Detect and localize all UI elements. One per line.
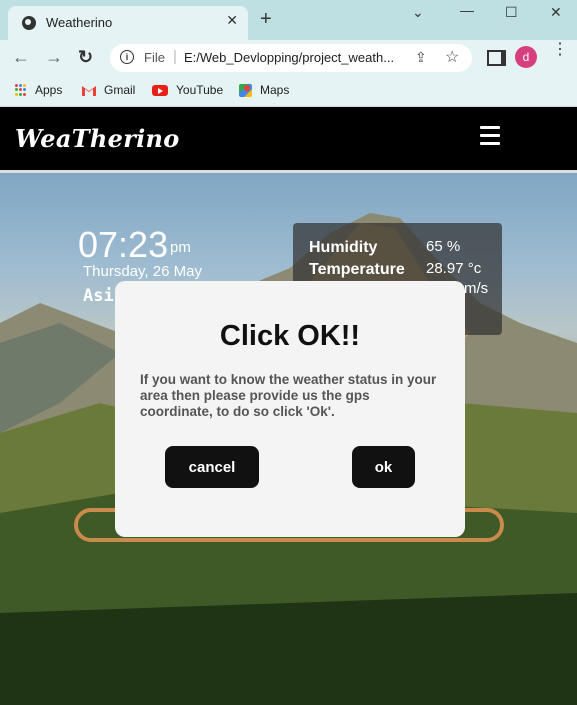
apps-icon [15,84,27,96]
temperature-value: 28.97 °c [426,260,482,277]
close-window-icon[interactable]: ✕ [550,4,562,21]
clock-timezone: Asi [83,286,114,306]
maps-icon [239,83,252,97]
bookmark-label: Apps [35,83,63,97]
url-text[interactable]: E:/Web_Devlopping/project_weath... [184,50,404,65]
back-arrow-icon[interactable]: ← [12,47,30,68]
share-icon[interactable]: ⇪ [415,49,427,66]
chevron-down-icon[interactable]: ⌄ [412,4,424,21]
temperature-label: Temperature [309,261,405,278]
profile-avatar[interactable]: d [515,46,537,68]
bookmarks-bar: Apps Gmail YouTube Maps [0,76,577,107]
location-permission-dialog: Click OK!! If you want to know the weath… [115,281,465,537]
dialog-title: Click OK!! [219,320,361,352]
close-tab-icon[interactable]: ✕ [226,12,238,29]
bookmark-gmail[interactable]: Gmail [82,83,135,97]
reload-icon[interactable]: ↻ [78,47,93,68]
maximize-icon[interactable]: ☐ [505,4,518,21]
youtube-icon [152,84,168,96]
clock-time: 07:23 [78,224,169,265]
globe-icon [22,16,36,30]
kebab-menu-icon[interactable]: ⋮ [552,42,568,58]
new-tab-icon[interactable]: + [260,9,272,29]
tab-title: Weatherino [46,15,113,30]
side-panel-icon[interactable] [487,50,506,66]
bookmark-label: Maps [260,83,290,97]
humidity-value: 65 % [426,238,461,255]
minimize-icon[interactable]: — [460,2,474,18]
bookmark-apps[interactable]: Apps [15,83,62,97]
bookmark-youtube[interactable]: YouTube [152,83,223,97]
browser-toolbar: ← → ↻ i File | E:/Web_Devlopping/project… [0,40,577,76]
browser-tab[interactable]: Weatherino ✕ [8,6,248,40]
address-bar[interactable]: i File | E:/Web_Devlopping/project_weath… [110,44,472,72]
info-icon[interactable]: i [120,50,134,64]
clock-ampm: pm [170,239,191,256]
url-separator: | [173,48,177,65]
forward-arrow-icon[interactable]: → [45,47,63,68]
dialog-message: If you want to know the weather status i… [140,372,437,419]
ok-button[interactable]: ok [352,446,415,488]
hamburger-menu-icon[interactable] [480,126,500,150]
clock-date: Thursday, 26 May [83,263,202,280]
gmail-icon [82,85,96,96]
site-logo[interactable]: WeaTherino [15,124,180,153]
humidity-label: Humidity [309,239,378,256]
bookmark-star-icon[interactable]: ☆ [445,47,459,67]
bookmark-maps[interactable]: Maps [239,83,289,97]
browser-tab-bar: Weatherino ✕ + ⌄ — ☐ ✕ [0,0,577,40]
url-scheme-label: File [144,50,165,65]
bookmark-label: YouTube [176,83,224,97]
cancel-button[interactable]: cancel [165,446,259,488]
bookmark-label: Gmail [104,83,136,97]
site-header: WeaTherino [0,107,577,170]
wind-value: m/s [464,280,489,297]
